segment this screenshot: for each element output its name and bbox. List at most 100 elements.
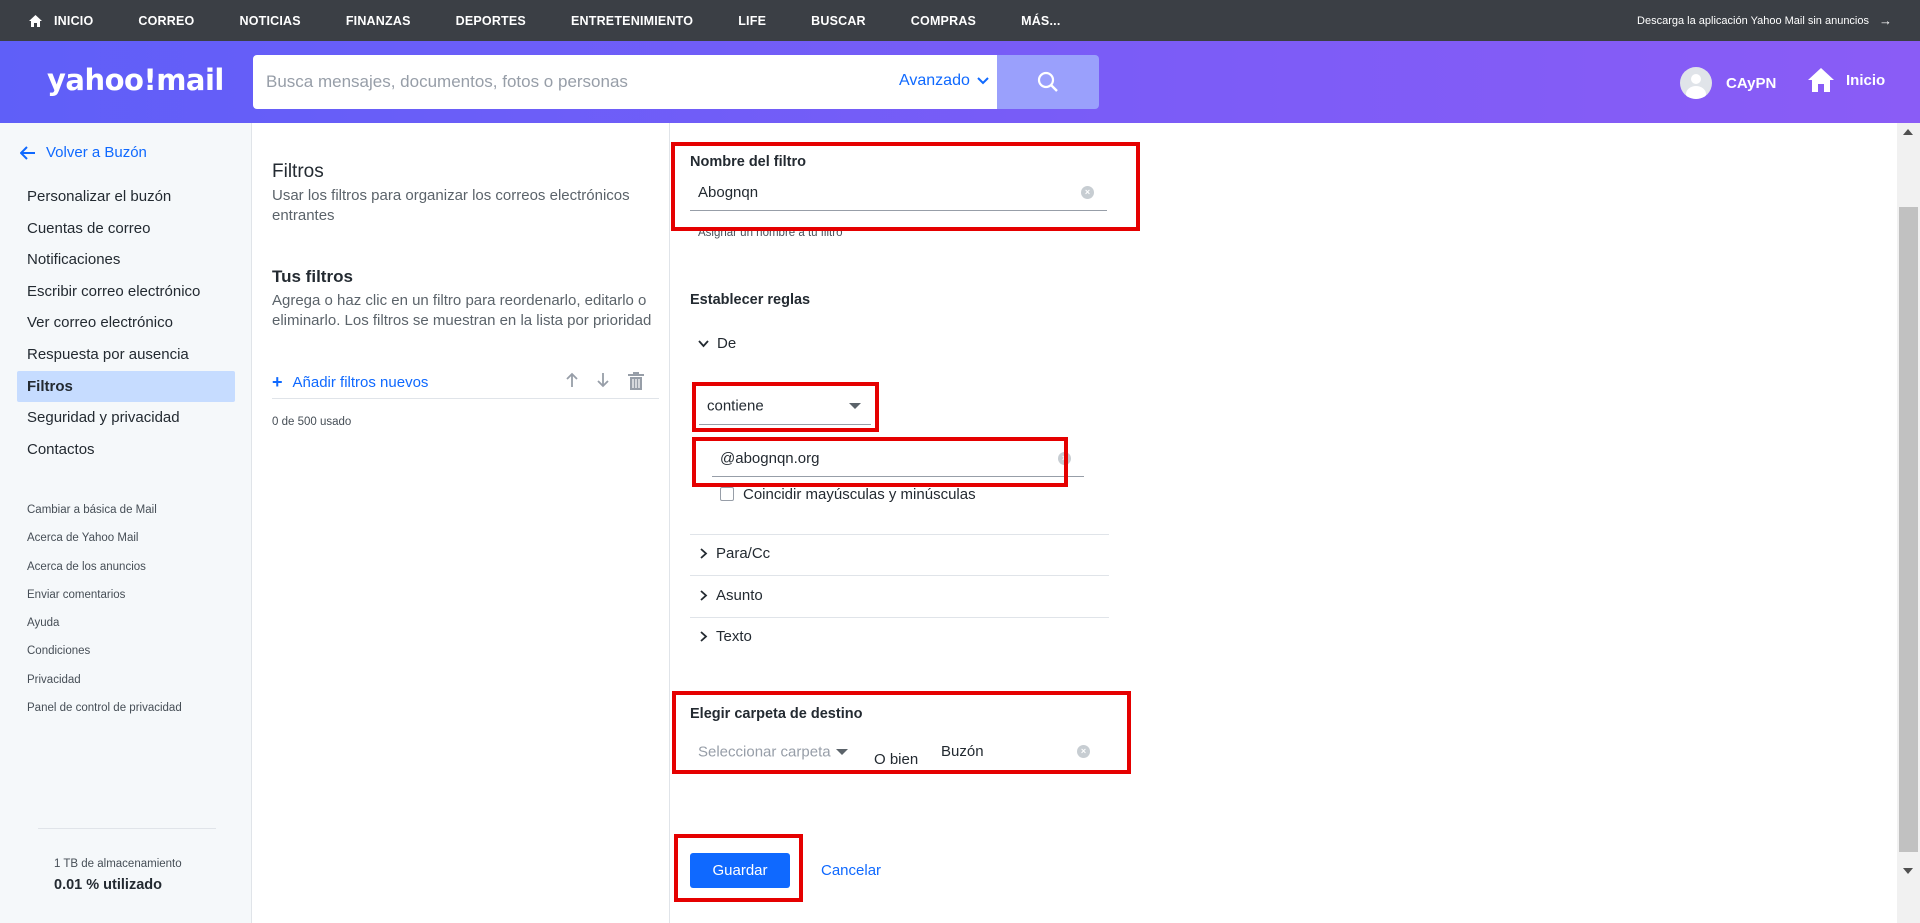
filter-name-label: Nombre del filtro — [690, 154, 807, 170]
clear-icon[interactable]: × — [1081, 185, 1094, 199]
home-label: Inicio — [1846, 71, 1886, 89]
link-feedback[interactable]: Enviar comentarios — [27, 581, 182, 609]
top-navigation: INICIO CORREO NOTICIAS FINANZAS DEPORTES… — [0, 0, 1920, 41]
caret-down-icon — [849, 403, 861, 409]
scrollbar[interactable] — [1897, 123, 1920, 923]
rule-subject-label: Asunto — [716, 587, 763, 604]
sidebar-item-cuentas[interactable]: Cuentas de correo — [17, 213, 235, 245]
rule-tocc-label: Para/Cc — [716, 545, 771, 562]
mail-header: yahoo!mail Avanzado CAyPN Inicio — [0, 41, 1920, 123]
nav-noticias[interactable]: NOTICIAS — [239, 14, 300, 28]
nav-entretenimiento[interactable]: ENTRETENIMIENTO — [571, 14, 693, 28]
advanced-search-button[interactable]: Avanzado — [899, 72, 989, 90]
condition-value: contiene — [707, 397, 764, 415]
nav-compras[interactable]: COMPRAS — [911, 14, 976, 28]
divider — [690, 575, 1109, 576]
sidebar-item-personalizar[interactable]: Personalizar el buzón — [17, 181, 235, 213]
settings-sidebar: Volver a Buzón Personalizar el buzón Cue… — [0, 123, 252, 923]
nav-inicio-label: INICIO — [54, 13, 94, 28]
rule-body-label: Texto — [716, 628, 752, 645]
filters-toolbar: + Añadir filtros nuevos — [272, 369, 659, 399]
trash-icon[interactable] — [628, 372, 644, 395]
link-terms[interactable]: Condiciones — [27, 637, 182, 665]
filter-name-input[interactable] — [698, 175, 1032, 210]
sidebar-item-filtros[interactable]: Filtros — [17, 370, 235, 403]
filter-name-field: × — [690, 175, 1107, 211]
cancel-button[interactable]: Cancelar — [821, 862, 881, 879]
scroll-up-icon[interactable] — [1903, 129, 1913, 135]
sidebar-item-escribir[interactable]: Escribir correo electrónico — [17, 276, 235, 308]
from-value-input[interactable] — [720, 441, 1018, 476]
storage-total: 1 TB de almacenamiento — [54, 858, 182, 870]
caret-down-icon — [836, 748, 848, 755]
yahoo-mail-logo[interactable]: yahoo!mail — [47, 63, 224, 97]
filters-usage: 0 de 500 usado — [272, 416, 352, 428]
page-description: Usar los filtros para organizar los corr… — [272, 187, 630, 224]
sidebar-item-seguridad[interactable]: Seguridad y privacidad — [17, 402, 235, 434]
user-name: CAyPN — [1726, 74, 1777, 92]
sidebar-item-respuesta[interactable]: Respuesta por ausencia — [17, 339, 235, 371]
scroll-thumb[interactable] — [1899, 207, 1918, 852]
nav-buscar[interactable]: BUSCAR — [811, 14, 866, 28]
download-app-link[interactable]: Descarga la aplicación Yahoo Mail sin an… — [1637, 13, 1892, 28]
back-to-inbox-link[interactable]: Volver a Buzón — [20, 144, 147, 161]
match-case-label: Coincidir mayúsculas y minúsculas — [743, 486, 976, 503]
rules-label: Establecer reglas — [690, 292, 811, 308]
link-about-ads[interactable]: Acerca de los anuncios — [27, 553, 182, 581]
search-button[interactable] — [997, 55, 1099, 109]
rule-subject-toggle[interactable]: Asunto — [700, 587, 763, 604]
condition-select[interactable]: contiene — [699, 388, 871, 425]
move-up-icon[interactable] — [565, 372, 579, 393]
advanced-search-label: Avanzado — [899, 72, 970, 89]
folder-placeholder: Seleccionar carpeta — [698, 743, 831, 760]
user-profile-button[interactable]: CAyPN — [1680, 67, 1776, 99]
divider — [38, 828, 216, 829]
scroll-down-icon[interactable] — [1903, 868, 1913, 874]
plus-icon: + — [272, 372, 283, 392]
or-label: O bien — [874, 751, 919, 768]
destination-label: Elegir carpeta de destino — [690, 706, 863, 722]
nav-mas[interactable]: MÁS... — [1021, 14, 1060, 28]
filter-name-hint: Asignar un nombre a tu filtro — [698, 227, 843, 239]
move-down-icon[interactable] — [596, 372, 610, 393]
sidebar-item-contactos[interactable]: Contactos — [17, 434, 235, 466]
add-filter-button[interactable]: + Añadir filtros nuevos — [272, 372, 428, 393]
new-folder-input[interactable] — [941, 733, 1077, 770]
home-icon — [1808, 68, 1834, 92]
rule-from-toggle[interactable]: De — [698, 335, 736, 352]
clear-icon[interactable]: × — [1077, 744, 1090, 758]
match-case-checkbox[interactable] — [720, 487, 734, 501]
arrow-left-icon — [20, 145, 35, 160]
rule-tocc-toggle[interactable]: Para/Cc — [700, 545, 770, 562]
nav-finanzas[interactable]: FINANZAS — [346, 14, 411, 28]
link-privacy[interactable]: Privacidad — [27, 666, 182, 694]
add-filter-label: Añadir filtros nuevos — [292, 374, 429, 391]
chevron-right-icon — [700, 590, 708, 601]
link-about-mail[interactable]: Acerca de Yahoo Mail — [27, 524, 182, 552]
search-input[interactable] — [266, 55, 866, 109]
nav-correo[interactable]: CORREO — [138, 14, 194, 28]
folder-select[interactable]: Seleccionar carpeta — [690, 733, 858, 771]
nav-life[interactable]: LIFE — [738, 14, 766, 28]
clear-icon[interactable]: × — [1058, 451, 1071, 465]
search-icon — [1037, 71, 1058, 92]
link-help[interactable]: Ayuda — [27, 609, 182, 637]
settings-menu: Personalizar el buzón Cuentas de correo … — [17, 181, 235, 465]
search-bar: Avanzado — [253, 55, 998, 109]
save-button[interactable]: Guardar — [690, 853, 790, 888]
footer-links: Cambiar a básica de Mail Acerca de Yahoo… — [27, 496, 182, 722]
sidebar-item-notificaciones[interactable]: Notificaciones — [17, 244, 235, 276]
link-basic-mail[interactable]: Cambiar a básica de Mail — [27, 496, 182, 524]
filter-form: Nombre del filtro × Asignar un nombre a … — [671, 123, 1897, 923]
nav-inicio[interactable]: INICIO — [29, 14, 93, 28]
home-icon — [29, 14, 42, 27]
home-button[interactable]: Inicio — [1808, 68, 1885, 92]
link-privacy-dashboard[interactable]: Panel de control de privacidad — [27, 694, 182, 722]
rule-body-toggle[interactable]: Texto — [700, 628, 752, 645]
chevron-right-icon — [700, 631, 708, 642]
sidebar-item-ver[interactable]: Ver correo electrónico — [17, 307, 235, 339]
back-label: Volver a Buzón — [46, 144, 147, 161]
nav-deportes[interactable]: DEPORTES — [456, 14, 526, 28]
storage-used: 0.01 % utilizado — [54, 877, 162, 893]
rule-from-label: De — [717, 335, 737, 352]
